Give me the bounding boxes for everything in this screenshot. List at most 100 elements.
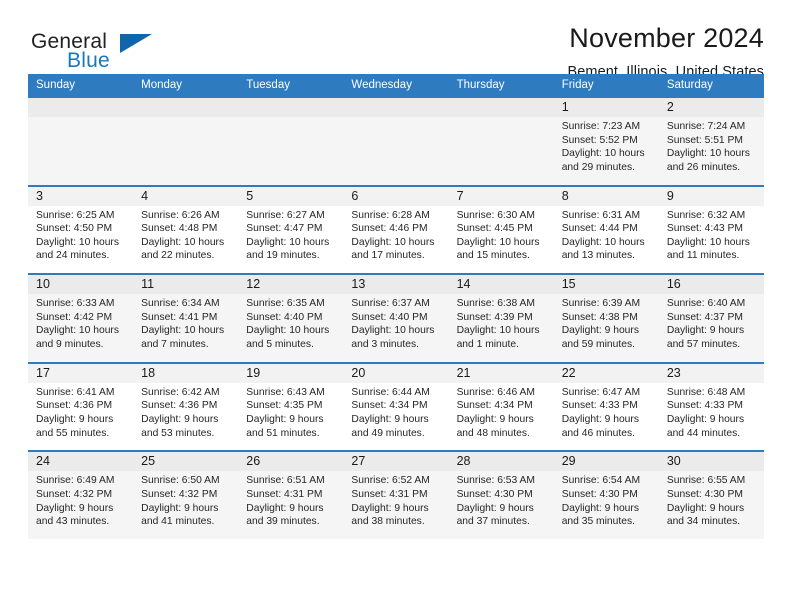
sunset-text: Sunset: 4:38 PM: [561, 311, 638, 323]
calendar-day-cell[interactable]: 4 Sunrise: 6:26 AM Sunset: 4:48 PM Daylight…: [133, 186, 239, 274]
calendar-day-cell[interactable]: 2 Sunrise: 7:24 AM Sunset: 5:51 PM Daylight…: [658, 98, 764, 185]
calendar-day-cell[interactable]: 20 Sunrise: 6:44 AM Sunset: 4:34 PM Dayligh…: [343, 363, 449, 451]
sunset-text: Sunset: 4:40 PM: [351, 311, 428, 323]
day-number-band: 8: [553, 186, 659, 206]
day-number-band: 28: [448, 452, 554, 472]
sunset-text: Sunset: 5:52 PM: [561, 134, 638, 146]
calendar-day-cell[interactable]: 17 Sunrise: 6:41 AM Sunset: 4:36 PM Dayligh…: [28, 363, 134, 451]
day-number-band: 7: [448, 186, 554, 206]
calendar-day-cell[interactable]: 27 Sunrise: 6:52 AM Sunset: 4:31 PM Dayligh…: [343, 452, 449, 539]
day-number: 21: [456, 365, 471, 380]
day-number-band: 11: [133, 275, 239, 295]
daylight-text: Daylight: 9 hours and 49 minutes.: [351, 413, 429, 439]
sunrise-text: Sunrise: 6:35 AM: [246, 298, 325, 310]
calendar-day-cell-empty: [28, 98, 134, 185]
calendar-day-cell[interactable]: 22 Sunrise: 6:47 AM Sunset: 4:33 PM Dayligh…: [553, 363, 659, 451]
calendar-day-cell[interactable]: 5 Sunrise: 6:27 AM Sunset: 4:47 PM Daylight…: [238, 186, 344, 274]
calendar-day-cell[interactable]: 7 Sunrise: 6:30 AM Sunset: 4:45 PM Daylight…: [448, 186, 554, 274]
calendar-day-cell[interactable]: 13 Sunrise: 6:37 AM Sunset: 4:40 PM Dayligh…: [343, 275, 449, 362]
calendar-day-cell[interactable]: 16 Sunrise: 6:40 AM Sunset: 4:37 PM Dayligh…: [658, 275, 764, 362]
day-sun-info: Sunrise: 6:52 AM Sunset: 4:31 PM Daylight:…: [343, 471, 448, 528]
day-sun-info: Sunrise: 7:24 AM Sunset: 5:51 PM Daylight:…: [659, 117, 764, 174]
calendar-day-cell[interactable]: 18 Sunrise: 6:42 AM Sunset: 4:36 PM Dayligh…: [133, 363, 239, 451]
day-sun-info: Sunrise: 6:38 AM Sunset: 4:39 PM Daylight:…: [449, 294, 554, 351]
sunrise-text: Sunrise: 7:23 AM: [561, 121, 641, 132]
logo-text-blue: Blue: [67, 49, 110, 72]
daylight-text: Daylight: 9 hours and 38 minutes.: [351, 502, 429, 528]
daylight-text: Daylight: 9 hours and 59 minutes.: [561, 325, 639, 350]
calendar-day-cell[interactable]: 14 Sunrise: 6:38 AM Sunset: 4:39 PM Dayligh…: [448, 275, 554, 362]
calendar-day-cell[interactable]: 19 Sunrise: 6:43 AM Sunset: 4:35 PM Dayligh…: [238, 363, 344, 451]
calendar-day-cell[interactable]: 15 Sunrise: 6:39 AM Sunset: 4:38 PM Dayligh…: [553, 275, 659, 362]
sunrise-text: Sunrise: 6:37 AM: [351, 298, 430, 310]
calendar-day-cell[interactable]: 28 Sunrise: 6:53 AM Sunset: 4:30 PM Dayligh…: [448, 452, 554, 539]
logo-triangle-icon: [120, 34, 152, 53]
sunset-text: Sunset: 4:48 PM: [141, 223, 218, 235]
calendar-day-cell[interactable]: 29 Sunrise: 6:54 AM Sunset: 4:30 PM Dayligh…: [553, 452, 659, 539]
daylight-text: Daylight: 10 hours and 1 minute.: [456, 325, 540, 350]
calendar-day-cell[interactable]: 10 Sunrise: 6:33 AM Sunset: 4:42 PM Dayligh…: [28, 275, 134, 362]
day-sun-info: Sunrise: 6:50 AM Sunset: 4:32 PM Daylight:…: [133, 471, 238, 528]
daylight-text: Daylight: 9 hours and 35 minutes.: [561, 502, 639, 528]
day-number: 26: [246, 454, 261, 469]
day-number: 27: [351, 454, 366, 469]
weekday-header-row: Sunday Monday Tuesday Wednesday Thursday…: [28, 74, 764, 96]
calendar-day-cell[interactable]: 8 Sunrise: 6:31 AM Sunset: 4:44 PM Daylight…: [553, 186, 659, 274]
day-sun-info: Sunrise: 6:32 AM Sunset: 4:43 PM Daylight:…: [659, 206, 764, 263]
day-number-band: [238, 98, 344, 117]
day-number: 15: [561, 277, 576, 292]
day-number: 9: [666, 188, 674, 203]
calendar-day-cell[interactable]: 21 Sunrise: 6:46 AM Sunset: 4:34 PM Dayligh…: [448, 363, 554, 451]
calendar-day-cell[interactable]: 3 Sunrise: 6:25 AM Sunset: 4:50 PM Daylight…: [28, 186, 134, 274]
day-number: 13: [351, 277, 366, 292]
day-number: 14: [456, 277, 471, 292]
calendar-day-cell[interactable]: 23 Sunrise: 6:48 AM Sunset: 4:33 PM Dayligh…: [658, 363, 764, 451]
day-number: 22: [561, 365, 576, 380]
sunrise-text: Sunrise: 6:47 AM: [561, 386, 641, 398]
calendar-day-cell[interactable]: 12 Sunrise: 6:35 AM Sunset: 4:40 PM Dayligh…: [238, 275, 344, 362]
sunrise-text: Sunrise: 6:49 AM: [36, 475, 115, 487]
day-number-band: [28, 98, 134, 117]
sunrise-text: Sunrise: 6:42 AM: [141, 386, 220, 398]
day-number-band: 13: [343, 275, 449, 295]
calendar-day-cell[interactable]: 1 Sunrise: 7:23 AM Sunset: 5:52 PM Daylight…: [553, 98, 659, 185]
day-number: 6: [351, 188, 359, 203]
day-number: 16: [666, 277, 681, 292]
weekday-saturday: Saturday: [666, 79, 713, 91]
calendar-day-cell[interactable]: 25 Sunrise: 6:50 AM Sunset: 4:32 PM Dayligh…: [133, 452, 239, 539]
calendar-day-cell[interactable]: 6 Sunrise: 6:28 AM Sunset: 4:46 PM Daylight…: [343, 186, 449, 274]
weekday-thursday: Thursday: [456, 79, 505, 91]
day-number-band: 23: [658, 363, 764, 383]
calendar-day-cell[interactable]: 24 Sunrise: 6:49 AM Sunset: 4:32 PM Dayligh…: [28, 452, 134, 539]
day-number: 5: [246, 188, 254, 203]
day-number-band: 16: [658, 275, 764, 295]
calendar-week-row: 1 Sunrise: 7:23 AM Sunset: 5:52 PM Daylight…: [28, 96, 764, 185]
sunset-text: Sunset: 4:30 PM: [561, 488, 638, 500]
calendar-day-cell[interactable]: 26 Sunrise: 6:51 AM Sunset: 4:31 PM Dayligh…: [238, 452, 344, 539]
sunset-text: Sunset: 4:33 PM: [561, 400, 638, 412]
sunset-text: Sunset: 4:43 PM: [666, 223, 743, 235]
sunset-text: Sunset: 4:47 PM: [246, 223, 323, 235]
sunset-text: Sunset: 5:51 PM: [666, 134, 743, 146]
sunset-text: Sunset: 4:36 PM: [141, 400, 218, 412]
daylight-text: Daylight: 9 hours and 46 minutes.: [561, 413, 639, 439]
daylight-text: Daylight: 9 hours and 51 minutes.: [246, 413, 324, 439]
day-sun-info: Sunrise: 6:42 AM Sunset: 4:36 PM Daylight:…: [133, 383, 238, 440]
calendar-day-cell[interactable]: 30 Sunrise: 6:55 AM Sunset: 4:30 PM Dayligh…: [658, 452, 764, 539]
daylight-text: Daylight: 9 hours and 34 minutes.: [666, 502, 745, 528]
day-sun-info: Sunrise: 6:31 AM Sunset: 4:44 PM Daylight:…: [554, 206, 659, 263]
calendar-day-cell[interactable]: 9 Sunrise: 6:32 AM Sunset: 4:43 PM Daylight…: [658, 186, 764, 274]
calendar-day-cell[interactable]: 11 Sunrise: 6:34 AM Sunset: 4:41 PM Dayligh…: [133, 275, 239, 362]
day-number-band: 19: [238, 363, 344, 383]
day-number: 28: [456, 454, 471, 469]
daylight-text: Daylight: 10 hours and 11 minutes.: [666, 236, 750, 262]
day-number-band: 10: [28, 275, 134, 295]
day-sun-info: Sunrise: 6:41 AM Sunset: 4:36 PM Daylight:…: [28, 383, 133, 440]
sunset-text: Sunset: 4:37 PM: [666, 311, 743, 323]
title-block: November 2024 Bement, Illinois, United S…: [244, 22, 764, 82]
weekday-tuesday: Tuesday: [246, 79, 290, 91]
daylight-text: Daylight: 9 hours and 39 minutes.: [246, 502, 324, 528]
sunrise-text: Sunrise: 6:39 AM: [561, 298, 641, 310]
day-number-band: 15: [553, 275, 659, 295]
day-sun-info: Sunrise: 6:40 AM Sunset: 4:37 PM Daylight:…: [659, 294, 764, 351]
